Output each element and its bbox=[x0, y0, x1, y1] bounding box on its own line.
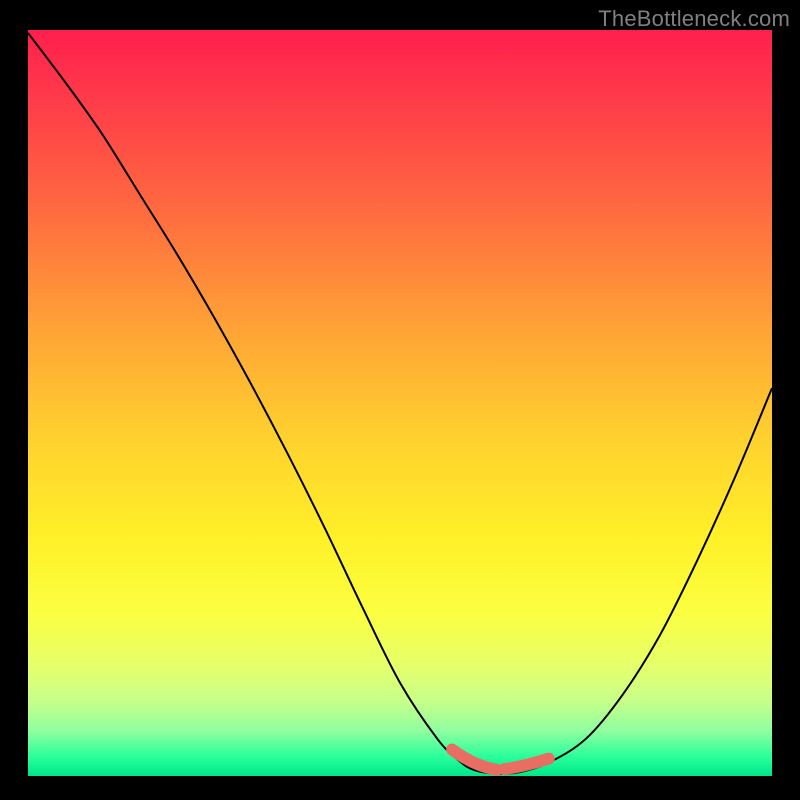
chart-frame: TheBottleneck.com bbox=[0, 0, 800, 800]
watermark-text: TheBottleneck.com bbox=[598, 6, 790, 32]
plot-background bbox=[28, 30, 772, 776]
chart-svg bbox=[0, 0, 800, 800]
